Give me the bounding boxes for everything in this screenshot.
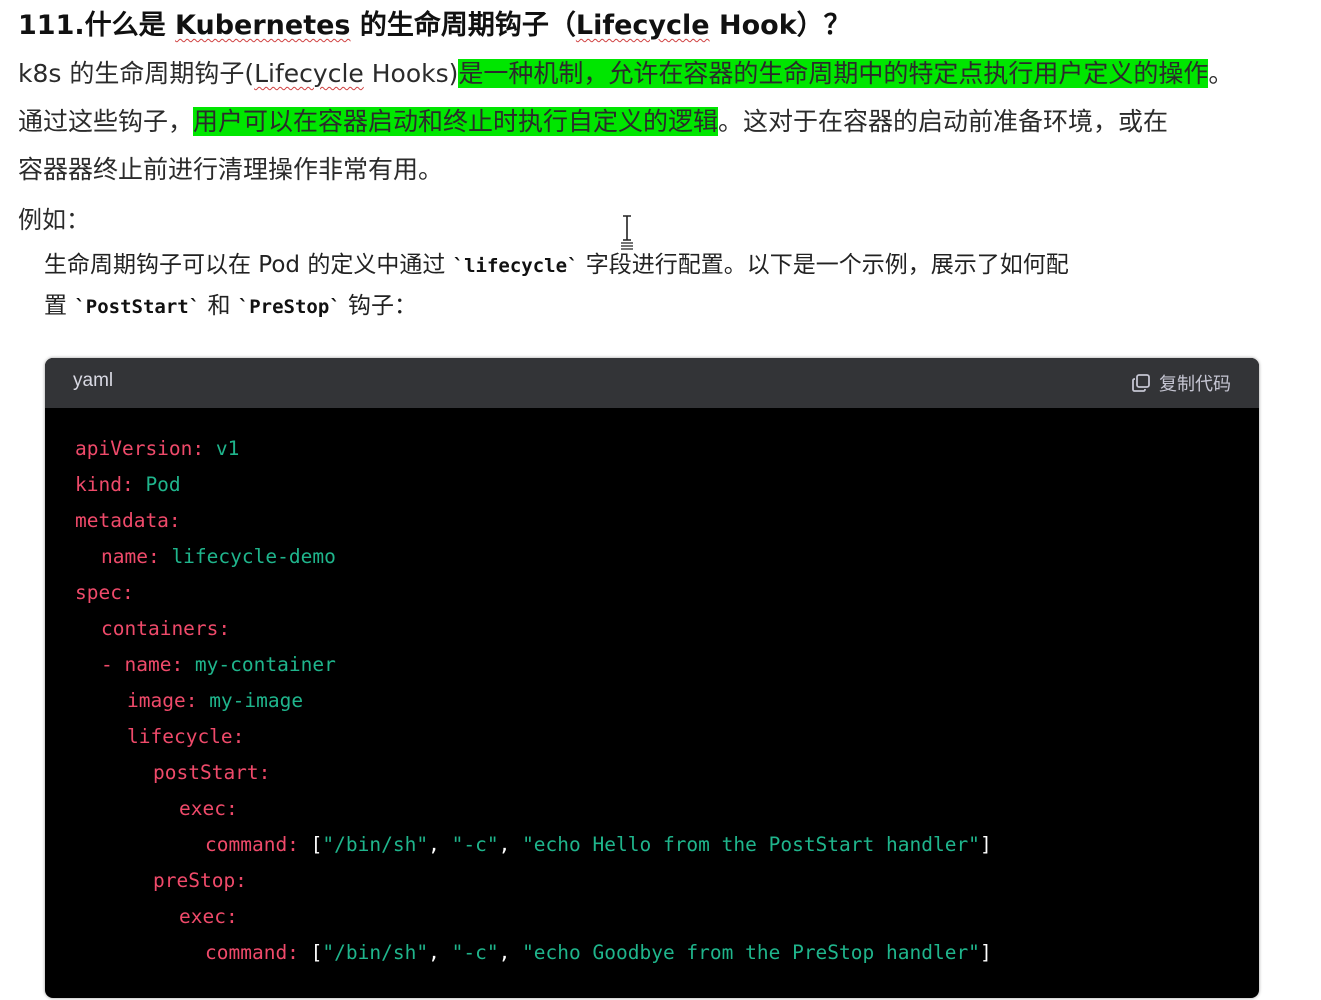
code-line: exec: <box>179 899 238 935</box>
code-line: lifecycle: <box>127 719 244 755</box>
para2-text2: 。这对于在容器的启动前准备环境，或在 <box>718 107 1169 136</box>
inline-code-poststart: `PostStart` <box>74 296 201 318</box>
code-line: exec: <box>179 791 238 827</box>
code-key: postStart: <box>153 761 271 784</box>
para2-highlight: 用户可以在容器启动和终止时执行自定义的逻辑 <box>193 107 719 136</box>
title-suffix: Hook）？ <box>709 10 851 41</box>
code-key: kind: <box>75 473 134 496</box>
code-block: yaml 复制代码 apiVersion: v1 kind: Pod metadat… <box>45 358 1259 998</box>
code-value: v1 <box>204 437 240 460</box>
code-value: ["/bin/sh", "-c", "echo Hello from the P… <box>310 833 992 856</box>
sub2-text1: 置 <box>44 293 75 319</box>
code-key: - name: <box>101 653 184 676</box>
inline-code-lifecycle: `lifecycle` <box>452 255 579 277</box>
sub-paragraph-2: 置 `PostStart` 和 `PreStop` 钩子： <box>44 285 417 328</box>
code-line: preStop: <box>153 863 247 899</box>
code-key: spec: <box>75 581 134 604</box>
code-line: metadata: <box>75 503 181 539</box>
code-value: my-container <box>183 653 336 676</box>
code-line: containers: <box>101 611 230 647</box>
code-line: name: lifecycle-demo <box>101 539 336 575</box>
sub-paragraph-1: 生命周期钩子可以在 Pod 的定义中通过 `lifecycle` 字段进行配置。… <box>44 244 1069 287</box>
title-middle: 的生命周期钩子（ <box>350 10 576 41</box>
code-key: image: <box>127 689 198 712</box>
code-language-label: yaml <box>73 370 114 391</box>
code-line: - name: my-container <box>101 647 336 683</box>
code-line: image: my-image <box>127 683 303 719</box>
sub1-text1: 生命周期钩子可以在 Pod 的定义中通过 <box>44 252 453 278</box>
example-label: 例如： <box>18 206 90 234</box>
copy-code-button[interactable]: 复制代码 <box>1131 370 1231 396</box>
code-key: preStop: <box>153 869 247 892</box>
para1-highlight: 是一种机制，允许在容器的生命周期中的特定点执行用户定义的操作 <box>458 59 1209 88</box>
copy-code-label: 复制代码 <box>1159 374 1231 395</box>
para1-lifecycle: Lifecycle <box>254 59 364 88</box>
inline-code-prestop: `PreStop` <box>237 296 341 318</box>
para1-text2: Hooks) <box>363 59 459 88</box>
para1-text1: k8s 的生命周期钩子( <box>18 59 255 88</box>
paragraph-3: 容器器终止前进行清理操作非常有用。 <box>18 155 444 184</box>
title-lifecycle: Lifecycle <box>575 10 710 41</box>
code-block-header: yaml 复制代码 <box>45 358 1259 408</box>
title-prefix: 111.什么是 <box>18 10 176 41</box>
code-body: apiVersion: v1 kind: Pod metadata: name: li… <box>45 408 1259 998</box>
code-line: postStart: <box>153 755 270 791</box>
text-cursor-icon <box>621 215 633 250</box>
code-line: spec: <box>75 575 134 611</box>
code-key: exec: <box>179 905 238 928</box>
code-key: metadata: <box>75 509 181 532</box>
code-value: Pod <box>133 473 181 496</box>
code-value: lifecycle-demo <box>159 545 336 568</box>
code-line: command: ["/bin/sh", "-c", "echo Hello f… <box>205 827 992 863</box>
code-value: ["/bin/sh", "-c", "echo Goodbye from the… <box>310 941 992 964</box>
code-line: apiVersion: v1 <box>75 431 239 467</box>
code-key: apiVersion: <box>75 437 205 460</box>
document-page: 111.什么是 Kubernetes 的生命周期钩子（Lifecycle Hoo… <box>0 0 1321 1000</box>
code-line: kind: Pod <box>75 467 181 503</box>
code-line: command: ["/bin/sh", "-c", "echo Goodbye… <box>205 935 992 971</box>
code-key: command: <box>205 941 299 964</box>
code-value: my-image <box>197 689 304 712</box>
sub2-text2: 和 <box>200 293 238 319</box>
code-key: name: <box>101 545 160 568</box>
sub2-text3: 钩子： <box>340 293 418 319</box>
code-key: exec: <box>179 797 238 820</box>
paragraph-2: 通过这些钩子，用户可以在容器启动和终止时执行自定义的逻辑。这对于在容器的启动前准… <box>18 98 1168 146</box>
code-key: command: <box>205 833 299 856</box>
question-title: 111.什么是 Kubernetes 的生命周期钩子（Lifecycle Hoo… <box>18 6 851 46</box>
paragraph-1: k8s 的生命周期钩子(Lifecycle Hooks)是一种机制，允许在容器的… <box>18 50 1233 98</box>
code-key: lifecycle: <box>127 725 245 748</box>
sub1-text2: 字段进行配置。以下是一个示例，展示了如何配 <box>578 252 1069 278</box>
para2-text1: 通过这些钩子， <box>18 107 194 136</box>
copy-icon <box>1132 374 1150 392</box>
para1-end: 。 <box>1208 59 1234 88</box>
title-kubernetes: Kubernetes <box>175 10 351 41</box>
code-key: containers: <box>101 617 231 640</box>
